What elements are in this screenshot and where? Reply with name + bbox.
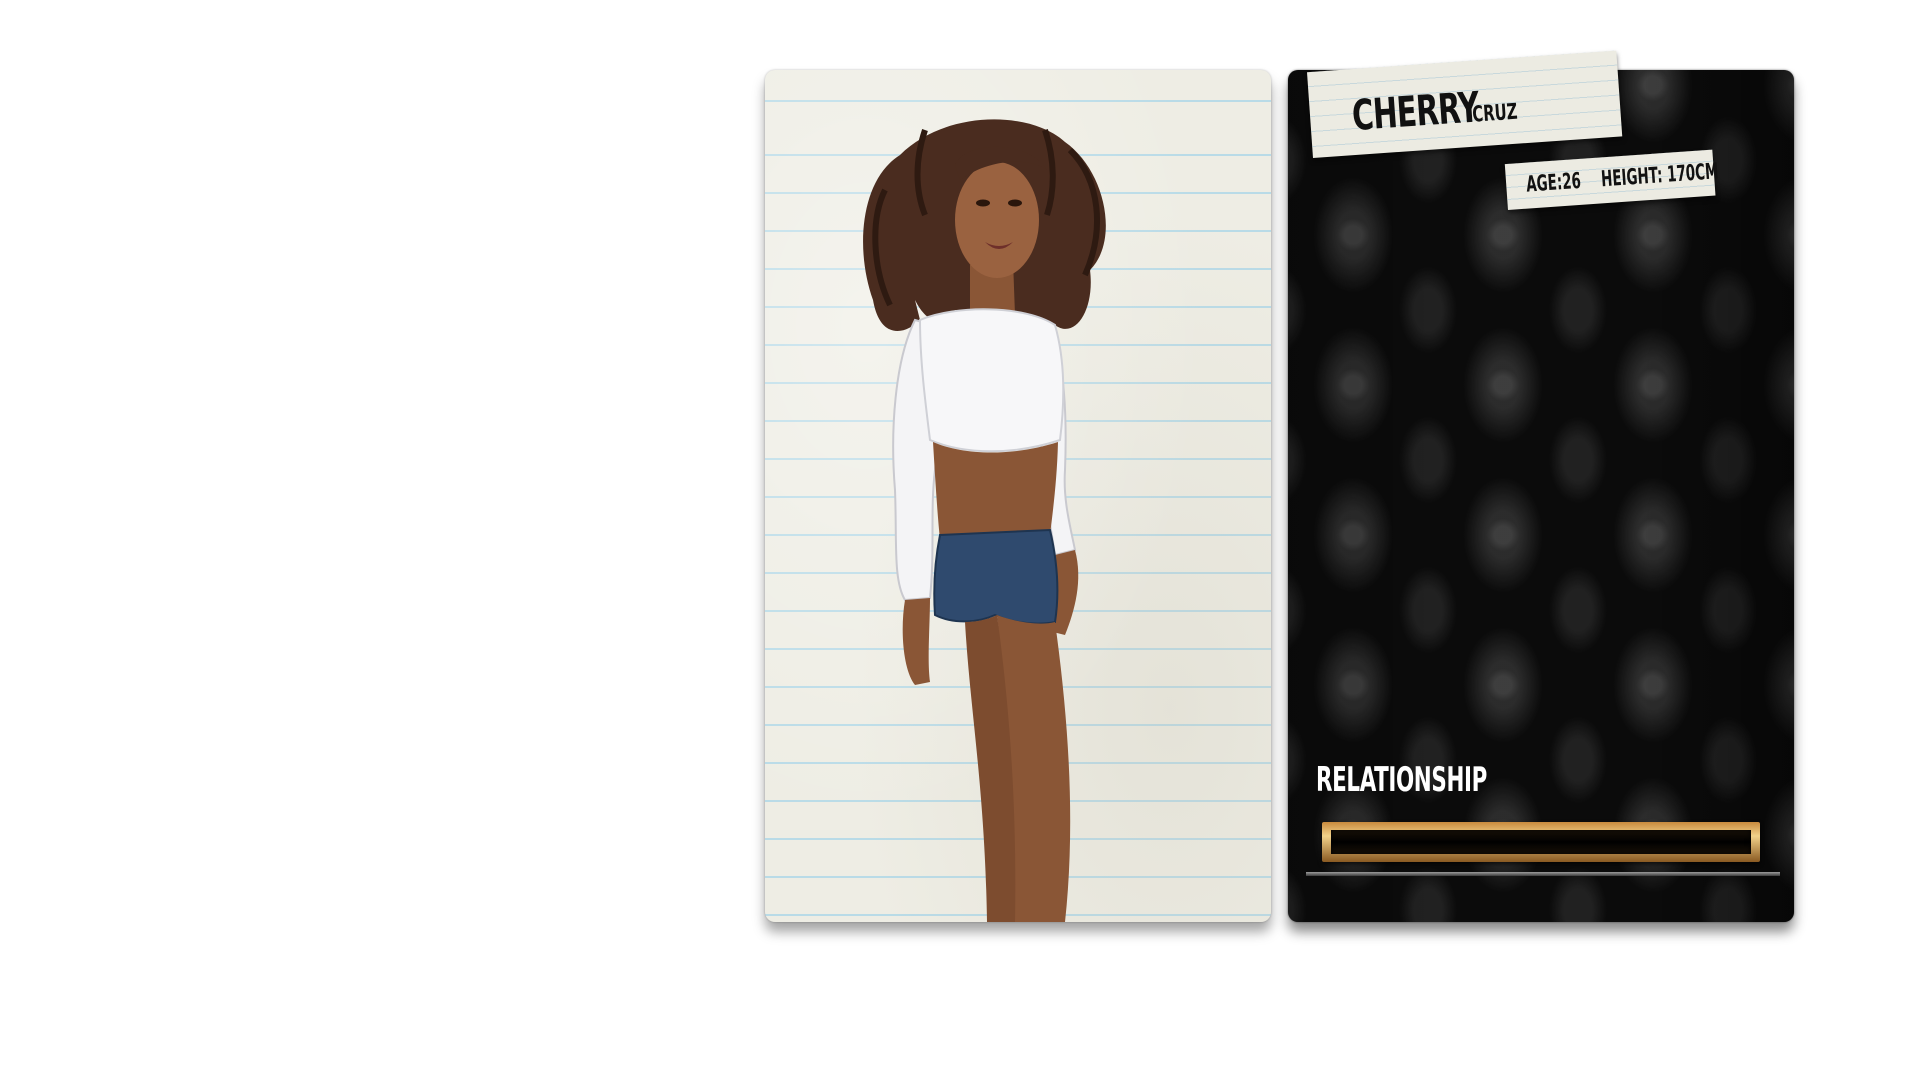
portrait-card <box>765 70 1271 922</box>
character-age: AGE:26 <box>1525 168 1582 198</box>
relationship-bar-track <box>1331 830 1751 854</box>
relationship-divider <box>1306 872 1780 876</box>
character-profile-screen: CHERRY CRUZ AGE:26 HEIGHT: 170CM RELATIO… <box>0 0 1920 1080</box>
face-shape <box>955 162 1039 278</box>
relationship-bar <box>1322 822 1760 862</box>
character-height: HEIGHT: 170CM <box>1600 159 1720 193</box>
character-portrait-illustration <box>863 119 1106 922</box>
crop-top-shape <box>918 308 1065 453</box>
shorts-shape <box>933 528 1059 625</box>
character-last-name: CRUZ <box>1471 99 1519 128</box>
character-first-name: CHERRY <box>1350 82 1481 141</box>
relationship-label: RELATIONSHIP <box>1316 760 1487 800</box>
